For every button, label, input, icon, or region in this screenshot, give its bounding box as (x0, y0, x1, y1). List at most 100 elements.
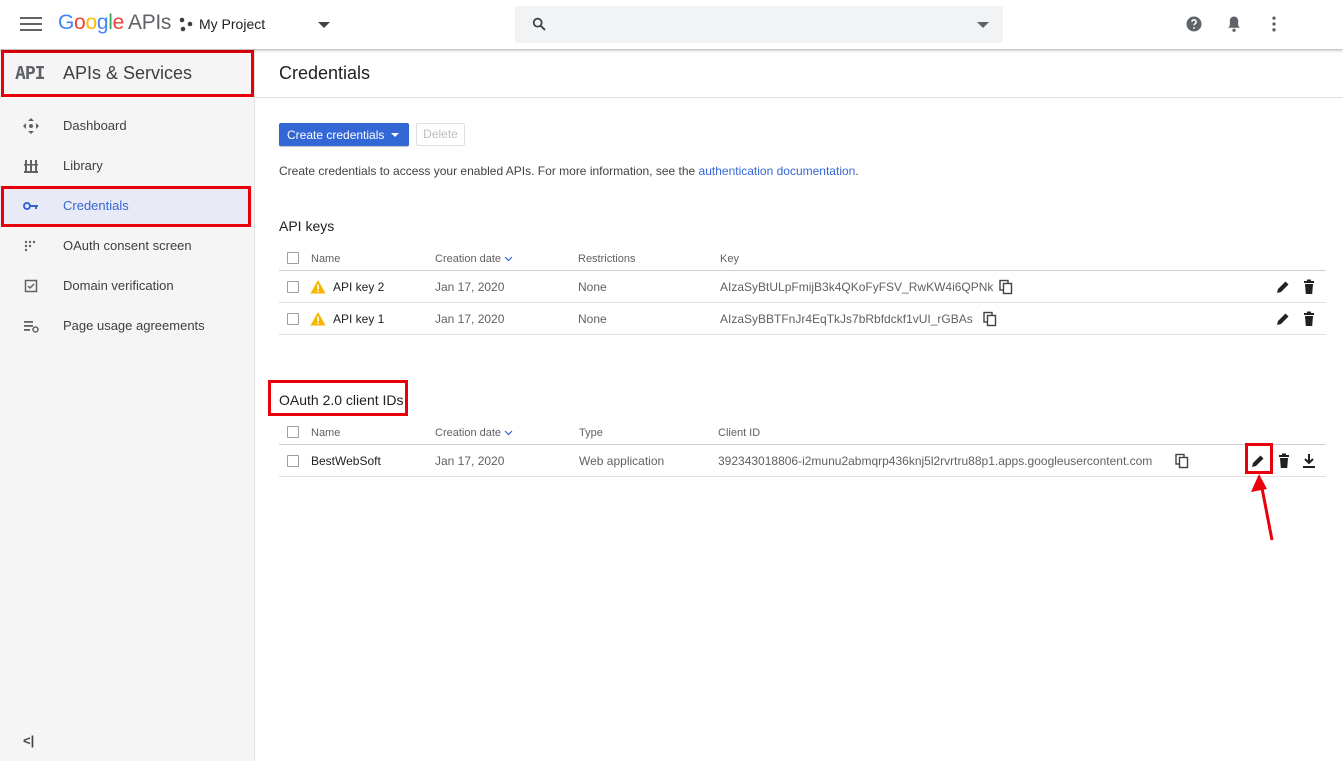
library-icon (24, 160, 38, 173)
api-keys-table: Name Creation date Restrictions Key API … (279, 244, 1326, 335)
creation-date: Jan 17, 2020 (435, 312, 505, 326)
table-row[interactable]: API key 1 Jan 17, 2020 None AIzaSyBBTFnJ… (279, 303, 1326, 335)
oauth-client-ids-title: OAuth 2.0 client IDs (279, 392, 404, 408)
column-header-name[interactable]: Name (311, 427, 340, 439)
sidebar-item-label: OAuth consent screen (63, 238, 192, 253)
page-title: Credentials (279, 63, 371, 83)
edit-pencil-icon[interactable] (1274, 278, 1292, 296)
delete-trash-icon[interactable] (1275, 452, 1293, 470)
column-header-creation-date[interactable]: Creation date (435, 427, 513, 439)
row-checkbox[interactable] (287, 313, 299, 325)
sidebar-title: APIs & Services (63, 63, 193, 83)
sidebar-item-label: Domain verification (63, 278, 174, 293)
key-icon (23, 202, 38, 210)
dashboard-icon (23, 118, 39, 134)
sidebar: API APIs & Services Dashboard Library Cr… (0, 49, 255, 761)
sidebar-item-page-usage-agreements[interactable]: Page usage agreements (0, 306, 252, 346)
column-header-key[interactable]: Key (720, 253, 739, 265)
api-logo-icon: API (15, 63, 45, 84)
divider (256, 97, 1343, 98)
client-name[interactable]: BestWebSoft (311, 454, 381, 468)
column-header-restrictions[interactable]: Restrictions (578, 253, 635, 265)
top-app-bar: Google APIs My Project (0, 0, 1343, 49)
sidebar-item-dashboard[interactable]: Dashboard (0, 106, 252, 146)
table-row[interactable]: API key 2 Jan 17, 2020 None AIzaSyBtULpF… (279, 271, 1326, 303)
main-menu-icon[interactable] (20, 14, 42, 34)
client-type: Web application (579, 454, 665, 468)
sidebar-header: API APIs & Services (0, 49, 255, 97)
column-header-name[interactable]: Name (311, 253, 340, 265)
select-all-checkbox[interactable] (287, 252, 299, 264)
logo-letter: o (85, 11, 97, 34)
delete-trash-icon[interactable] (1300, 310, 1318, 328)
api-key-name[interactable]: API key 2 (333, 280, 384, 294)
api-key-name[interactable]: API key 1 (333, 312, 384, 326)
creation-date: Jan 17, 2020 (435, 280, 505, 294)
api-key-value: AIzaSyBBTFnJr4EqTkJs7bRbfdckf1vUI_rGBAs (720, 312, 973, 326)
copy-icon[interactable] (982, 311, 998, 327)
creation-date: Jan 17, 2020 (435, 454, 505, 468)
chevron-down-icon (391, 133, 399, 137)
google-apis-logo[interactable]: Google APIs (58, 11, 171, 35)
api-key-value: AIzaSyBtULpFmijB3k4QKoFyFSV_RwKW4i6QPNk (720, 280, 994, 294)
create-credentials-label: Create credentials (287, 128, 385, 142)
project-dots-icon (179, 17, 193, 32)
select-all-checkbox[interactable] (287, 426, 299, 438)
logo-letter: e (112, 11, 125, 34)
copy-icon[interactable] (1174, 453, 1190, 469)
restrictions: None (578, 280, 607, 294)
column-header-type[interactable]: Type (579, 427, 603, 439)
logo-letter: G (58, 11, 75, 34)
help-icon[interactable] (1184, 14, 1204, 34)
chevron-down-icon (318, 22, 330, 28)
column-header-label: Creation date (435, 427, 502, 439)
sidebar-item-domain-verification[interactable]: Domain verification (0, 266, 252, 306)
collapse-sidebar-icon[interactable]: <| (23, 733, 34, 748)
row-checkbox[interactable] (287, 281, 299, 293)
download-icon[interactable] (1300, 452, 1318, 470)
table-header-row: Name Creation date Restrictions Key (279, 244, 1326, 271)
oauth-consent-icon (24, 240, 36, 252)
sidebar-item-oauth-consent-screen[interactable]: OAuth consent screen (0, 226, 252, 266)
notifications-bell-icon[interactable] (1224, 14, 1244, 34)
domain-verification-icon (24, 279, 38, 293)
project-name: My Project (199, 16, 266, 32)
row-checkbox[interactable] (287, 455, 299, 467)
logo-apis-text: APIs (127, 11, 172, 34)
create-credentials-button[interactable]: Create credentials (279, 123, 409, 146)
more-vert-icon[interactable] (1264, 14, 1284, 34)
project-selector[interactable]: My Project (178, 14, 333, 36)
edit-pencil-icon[interactable] (1274, 310, 1292, 328)
sidebar-item-label: Library (63, 158, 103, 173)
table-header-row: Name Creation date Type Client ID (279, 418, 1326, 445)
sort-chevron-icon (504, 430, 513, 436)
search-icon (532, 17, 546, 31)
sidebar-item-label: Credentials (63, 198, 129, 213)
search-input[interactable] (515, 6, 1003, 43)
column-header-label: Creation date (435, 253, 502, 265)
api-keys-title: API keys (279, 218, 335, 234)
delete-button[interactable]: Delete (416, 123, 465, 146)
column-header-creation-date[interactable]: Creation date (435, 253, 513, 265)
info-text-end: . (855, 164, 859, 178)
main-content: Credentials Create credentials Delete Cr… (256, 49, 1343, 761)
sidebar-item-label: Dashboard (63, 118, 127, 133)
sort-chevron-icon (504, 256, 513, 262)
page-usage-icon (24, 321, 39, 333)
authentication-documentation-link[interactable]: authentication documentation (699, 164, 856, 178)
client-id-value: 392343018806-i2munu2abmqrp436knj5l2rvrtr… (718, 454, 1153, 468)
info-text: Create credentials to access your enable… (279, 164, 859, 178)
logo-letter: g (96, 11, 109, 34)
table-row[interactable]: BestWebSoft Jan 17, 2020 Web application… (279, 443, 1326, 477)
warning-icon (310, 280, 326, 294)
warning-icon (310, 312, 326, 326)
sidebar-item-credentials[interactable]: Credentials (0, 186, 252, 226)
column-header-client-id[interactable]: Client ID (718, 427, 760, 439)
copy-icon[interactable] (998, 279, 1014, 295)
edit-pencil-icon[interactable] (1249, 452, 1267, 470)
restrictions: None (578, 312, 607, 326)
sidebar-item-library[interactable]: Library (0, 146, 252, 186)
delete-trash-icon[interactable] (1300, 278, 1318, 296)
logo-letter: o (74, 11, 86, 34)
search-dropdown-icon[interactable] (977, 22, 989, 28)
